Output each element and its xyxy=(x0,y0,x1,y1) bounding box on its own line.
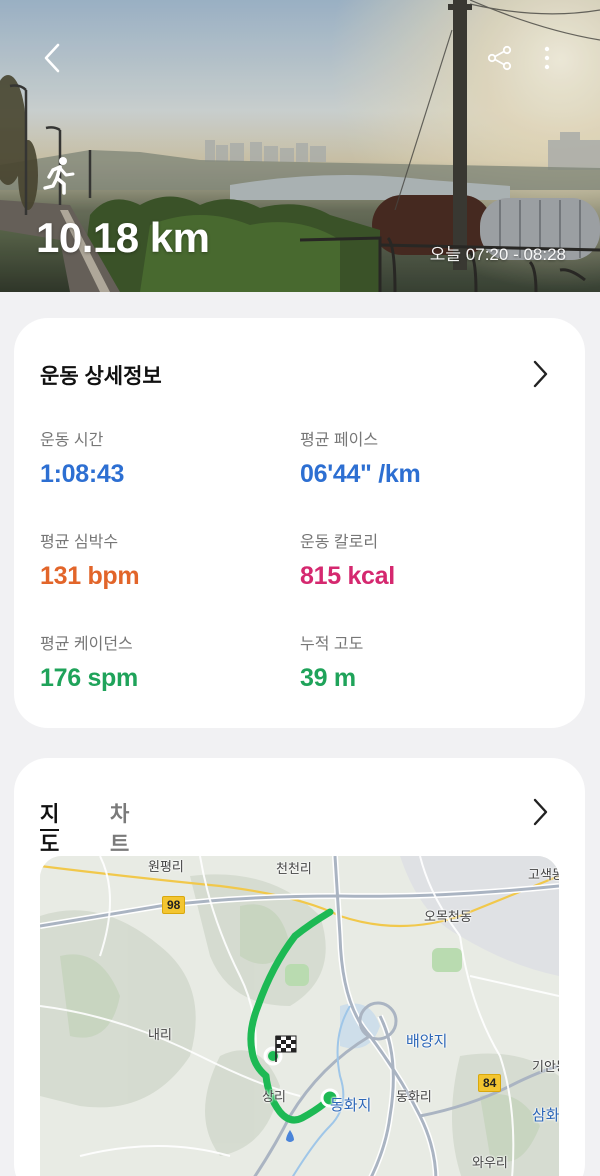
map-open-button[interactable] xyxy=(527,796,553,828)
tab-chart-label: 차트 xyxy=(110,803,130,856)
stat-value: 06'44" /km xyxy=(300,460,421,488)
stat-value: 1:08:43 xyxy=(40,460,125,488)
total-distance: 10.18 km xyxy=(36,214,210,261)
route-map[interactable]: 원평리 천천리 고색동 오목천동 내리 배양지 기안동 상리 동화리 동화지 삼… xyxy=(40,856,559,1176)
tab-chart[interactable]: 차트 xyxy=(110,798,129,858)
stat-avg-cadence: 평균 케이던스 176 spm xyxy=(40,630,290,693)
back-button[interactable] xyxy=(34,40,70,76)
workout-details-header[interactable]: 운동 상세정보 xyxy=(40,360,559,390)
stat-label: 누적 고도 xyxy=(300,636,364,653)
stat-label: 운동 칼로리 xyxy=(300,534,379,551)
running-icon xyxy=(43,157,75,195)
stat-duration: 운동 시간 1:08:43 xyxy=(40,426,290,489)
stat-label: 평균 심박수 xyxy=(40,534,119,551)
map-label: 천천리 xyxy=(276,861,312,876)
map-label: 상리 xyxy=(262,1089,286,1104)
chevron-right-icon xyxy=(533,798,548,826)
map-label: 오목천동 xyxy=(424,909,472,924)
workout-time-range: 오늘 07:20 - 08:28 xyxy=(429,245,566,264)
stat-avg-pace: 평균 페이스 06'44" /km xyxy=(300,426,550,489)
share-icon xyxy=(487,45,512,71)
share-button[interactable] xyxy=(484,42,516,74)
stat-label: 평균 페이스 xyxy=(300,432,379,449)
map-label: 배양지 xyxy=(406,1033,448,1050)
stat-value: 815 kcal xyxy=(300,562,395,590)
chevron-left-icon xyxy=(44,43,60,73)
map-tiles xyxy=(40,856,559,1176)
road-number-shield: 84 xyxy=(478,1074,502,1092)
stat-avg-heart-rate: 평균 심박수 131 bpm xyxy=(40,528,290,591)
stat-label: 운동 시간 xyxy=(40,432,104,449)
map-label: 와우리 xyxy=(472,1155,508,1170)
map-label: 내리 xyxy=(148,1027,172,1042)
map-label: 고색동 xyxy=(528,867,559,882)
stat-value: 176 spm xyxy=(40,664,138,692)
map-label: 동화지 xyxy=(330,1097,372,1114)
workout-details-open-button[interactable] xyxy=(527,358,553,390)
more-options-button[interactable] xyxy=(536,42,558,74)
hero-header: 10.18 km 오늘 07:20 - 08:28 xyxy=(0,0,600,292)
stat-calories: 운동 칼로리 815 kcal xyxy=(300,528,550,591)
stat-value: 131 bpm xyxy=(40,562,140,590)
map-chart-card: 지도 차트 원평리 천천리 고색동 오목천동 내리 배양지 기안 상리 동화리 … xyxy=(14,758,585,1176)
stat-elevation-gain: 누적 고도 39 m xyxy=(300,630,550,693)
map-label: 원평리 xyxy=(148,859,184,874)
chevron-right-icon xyxy=(533,360,548,388)
workout-details-card: 운동 상세정보 운동 시간 1:08:43 평균 페이스 06'44" /km … xyxy=(14,318,585,728)
more-vertical-icon xyxy=(544,46,550,70)
stat-label: 평균 케이던스 xyxy=(40,636,133,653)
map-label: 기안동 xyxy=(532,1059,559,1074)
map-label: 삼화 xyxy=(532,1107,559,1124)
workout-details-title: 운동 상세정보 xyxy=(40,365,162,388)
road-number-shield: 98 xyxy=(162,896,186,914)
stat-value: 39 m xyxy=(300,664,356,692)
map-label: 동화리 xyxy=(396,1089,432,1104)
tab-map[interactable]: 지도 xyxy=(40,798,60,858)
active-tab-indicator xyxy=(40,829,60,831)
